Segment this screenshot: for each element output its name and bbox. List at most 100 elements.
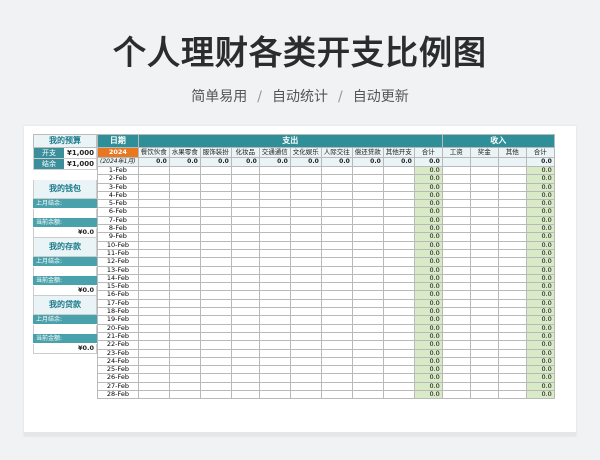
expense-cell[interactable] [382,381,415,392]
income-cell[interactable] [497,365,527,375]
expense-cell[interactable] [230,174,260,184]
expense-cell[interactable] [351,165,384,176]
expense-cell[interactable] [137,340,170,350]
expense-cell[interactable] [258,381,291,392]
expense-cell[interactable] [230,240,260,250]
expense-cell[interactable] [168,315,201,325]
expense-cell[interactable] [137,215,170,226]
expense-cell[interactable] [382,331,415,342]
income-cell[interactable] [441,224,471,234]
income-cell[interactable] [497,373,527,383]
expense-cell[interactable] [320,290,353,300]
expense-cell[interactable] [351,273,384,284]
income-cell[interactable] [441,190,471,201]
income-cell[interactable] [497,389,527,400]
expense-cell[interactable] [137,348,170,358]
income-cell[interactable] [469,365,499,375]
income-cell[interactable] [497,174,527,184]
expense-cell[interactable] [289,174,322,184]
balance-value[interactable]: ¥1,000 [64,159,96,169]
expense-value[interactable]: ¥1,000 [64,148,96,158]
expense-cell[interactable] [258,207,291,217]
expense-cell[interactable] [137,182,170,192]
income-cell[interactable] [497,265,527,275]
expense-cell[interactable] [230,190,260,201]
expense-cell[interactable] [320,282,353,292]
expense-cell[interactable] [137,190,170,201]
expense-cell[interactable] [230,389,260,400]
expense-cell[interactable] [351,331,384,342]
expense-cell[interactable] [351,265,384,275]
expense-cell[interactable] [351,207,384,217]
expense-cell[interactable] [258,340,291,350]
expense-cell[interactable] [168,282,201,292]
expense-cell[interactable] [137,381,170,392]
income-cell[interactable] [469,232,499,242]
expense-cell[interactable] [168,232,201,242]
expense-cell[interactable] [168,331,201,342]
expense-cell[interactable] [168,356,201,367]
expense-cell[interactable] [199,298,232,309]
expense-cell[interactable] [199,365,232,375]
expense-cell[interactable] [199,257,232,267]
expense-cell[interactable] [351,298,384,309]
expense-cell[interactable] [199,389,232,400]
expense-cell[interactable] [258,389,291,400]
expense-cell[interactable] [289,373,322,383]
expense-cell[interactable] [168,190,201,201]
income-cell[interactable] [469,307,499,317]
expense-cell[interactable] [320,298,353,309]
expense-cell[interactable] [199,282,232,292]
expense-cell[interactable] [351,323,384,333]
expense-cell[interactable] [199,207,232,217]
expense-cell[interactable] [382,315,415,325]
income-cell[interactable] [469,298,499,309]
expense-cell[interactable] [382,215,415,226]
income-cell[interactable] [497,298,527,309]
expense-cell[interactable] [199,232,232,242]
expense-cell[interactable] [137,232,170,242]
expense-cell[interactable] [230,315,260,325]
expense-cell[interactable] [382,323,415,333]
income-cell[interactable] [469,199,499,209]
expense-cell[interactable] [199,240,232,250]
expense-cell[interactable] [382,224,415,234]
income-cell[interactable] [469,282,499,292]
income-cell[interactable] [441,215,471,226]
income-cell[interactable] [469,215,499,226]
expense-cell[interactable] [258,265,291,275]
loan-last-cell[interactable] [33,325,97,334]
expense-cell[interactable] [199,381,232,392]
expense-cell[interactable] [351,340,384,350]
expense-cell[interactable] [320,240,353,250]
income-cell[interactable] [469,389,499,400]
expense-cell[interactable] [351,224,384,234]
expense-cell[interactable] [258,356,291,367]
expense-cell[interactable] [230,232,260,242]
savings-last-cell[interactable] [33,267,97,276]
expense-cell[interactable] [230,257,260,267]
expense-cell[interactable] [230,323,260,333]
expense-cell[interactable] [168,207,201,217]
expense-cell[interactable] [320,307,353,317]
expense-cell[interactable] [289,240,322,250]
expense-cell[interactable] [199,182,232,192]
income-cell[interactable] [497,273,527,284]
expense-cell[interactable] [351,248,384,259]
expense-cell[interactable] [351,232,384,242]
expense-cell[interactable] [199,290,232,300]
expense-cell[interactable] [168,182,201,192]
income-cell[interactable] [441,232,471,242]
income-cell[interactable] [441,315,471,325]
expense-cell[interactable] [199,356,232,367]
income-cell[interactable] [469,257,499,267]
income-cell[interactable] [441,207,471,217]
expense-cell[interactable] [382,165,415,176]
income-cell[interactable] [497,240,527,250]
expense-cell[interactable] [289,224,322,234]
expense-cell[interactable] [137,265,170,275]
income-cell[interactable] [441,298,471,309]
income-cell[interactable] [469,323,499,333]
expense-cell[interactable] [320,165,353,176]
income-cell[interactable] [441,389,471,400]
